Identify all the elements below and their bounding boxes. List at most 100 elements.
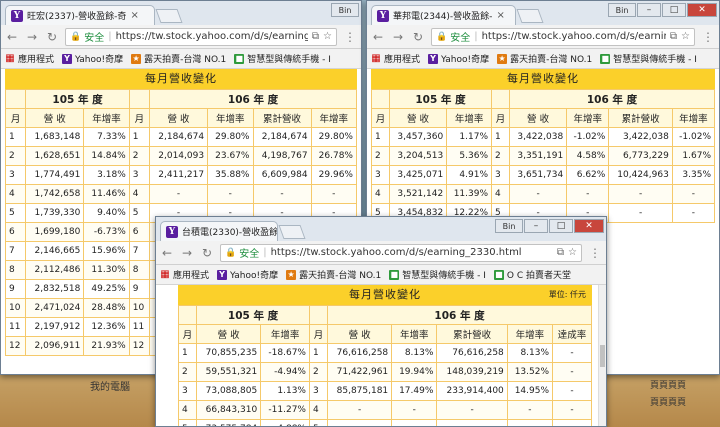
reload-icon[interactable]: ↻ [411,30,425,44]
browser-toolbar: ← → ↻ 🔒 安全 | https://tw.stock.yahoo.com/… [367,25,719,49]
table-cell: - [327,400,393,420]
bookmark-yahoo[interactable]: Y Yahoo!奇摩 [62,52,123,65]
browser-tab[interactable]: Y 旺宏(2337)-營收盈餘-奇 × [5,5,155,25]
translate-icon[interactable]: ⧉ [670,31,677,42]
table-cell: 1 [308,343,329,363]
address-bar[interactable]: 🔒 安全 | https://tw.stock.yahoo.com/d/s/ea… [65,27,337,46]
bookmark-phones[interactable]: ■ 智慧型與傳統手機 - I [234,52,331,65]
star-icon[interactable]: ☆ [681,31,690,42]
star-icon[interactable]: ☆ [568,247,577,258]
back-icon[interactable]: ← [5,30,19,44]
scrollbar-thumb[interactable] [600,345,605,367]
bookmark-apps[interactable]: ▦ 應用程式 [160,268,209,281]
ruten-icon: ★ [131,53,142,64]
table-cell: 6 [4,222,27,242]
user-profile-button[interactable]: Bin [495,219,523,233]
new-tab-button[interactable] [516,9,544,23]
desktop-icon-label[interactable]: 我的電腦 [90,378,130,393]
bookmark-phones[interactable]: ■ 智慧型與傳統手機 - I [600,52,697,65]
minimize-button[interactable]: – [524,219,548,233]
browser-window-2330: Y 台積電(2330)-營收盈餘- × Bin – □ ✕ ← → ↻ 🔒 安全… [155,216,607,427]
table-cell: 1 [371,127,390,147]
menu-icon[interactable]: ⋮ [701,30,715,44]
phone-site-icon: ■ [600,53,611,64]
back-icon[interactable]: ← [371,30,385,44]
tab-title: 華邦電(2344)-營收盈餘- [393,12,493,22]
column-header: 月 [4,108,27,128]
bookmark-ruten[interactable]: ★ 露天拍賣-台灣 NO.1 [497,52,592,65]
bookmark-yahoo[interactable]: Y Yahoo!奇摩 [428,52,489,65]
table-cell: - [552,362,592,382]
bookmark-apps[interactable]: ▦ 應用程式 [371,52,420,65]
ruten-icon: ★ [497,53,508,64]
close-button[interactable]: ✕ [574,219,604,233]
bookmark-label: 應用程式 [384,55,421,65]
user-profile-button[interactable]: Bin [331,3,359,17]
table-row: 4 3,521,142 11.39% 4- - - - [371,184,716,204]
table-cell: 5.36% [446,146,493,166]
title-bar: Y 旺宏(2337)-營收盈餘-奇 × Bin [1,1,361,25]
tab-close-icon[interactable]: × [496,10,504,21]
table-header-bar: 每月營收變化 [5,69,357,89]
table-cell: 85,875,181 [327,381,393,401]
table-cell: 3 [177,381,198,401]
column-header: 月 [128,108,151,128]
menu-icon[interactable]: ⋮ [588,246,602,260]
table-cell: 73,575,784 [196,419,262,426]
table-cell: 4 [308,400,329,420]
table-cell: 73,088,805 [196,381,262,401]
table-row: 3 73,088,805 1.13% 3 85,875,181 17.49% 233,914… [177,381,592,401]
bookmark-ruten[interactable]: ★ 露天拍賣-台灣 NO.1 [286,268,381,281]
menu-icon[interactable]: ⋮ [343,30,357,44]
table-cell: 2 [371,146,390,166]
bookmark-oc[interactable]: ■ O C 拍賣者天堂 [493,268,571,281]
lock-icon: 🔒 [436,31,448,42]
bookmark-phones[interactable]: ■ 智慧型與傳統手機 - I [389,268,486,281]
table-row: 2 3,204,513 5.36% 2 3,351,191 4.58% 6,773,229 1… [371,146,716,166]
tab-close-icon[interactable]: × [130,10,138,21]
yahoo-favicon-icon: Y [377,9,389,22]
page-content: 每月營收變化 單位: 仟元 105 年 度 106 年 度 月 營 收 年增率 … [156,285,606,426]
browser-tab[interactable]: Y 台積電(2330)-營收盈餘- × [160,221,278,241]
lock-icon: 🔒 [225,247,237,258]
address-bar[interactable]: 🔒 安全 | https://tw.stock.yahoo.com/d/s/ea… [431,27,695,46]
reload-icon[interactable]: ↻ [200,246,214,260]
table-cell: - [552,400,592,420]
vertical-scrollbar[interactable] [598,285,606,426]
title-bar: Y 華邦電(2344)-營收盈餘- × Bin – □ ✕ [367,1,719,25]
maximize-button[interactable]: □ [549,219,573,233]
forward-icon[interactable]: → [25,30,39,44]
table-title: 每月營收變化 [349,288,421,301]
browser-tab[interactable]: Y 華邦電(2344)-營收盈餘- × [371,5,516,25]
maximize-button[interactable]: □ [662,3,686,17]
desktop-right-text-2: 頁頁頁頁 [650,398,687,408]
forward-icon[interactable]: → [391,30,405,44]
translate-icon[interactable]: ⧉ [312,31,319,42]
translate-icon[interactable]: ⧉ [557,247,564,258]
bookmark-ruten[interactable]: ★ 露天拍賣-台灣 NO.1 [131,52,226,65]
bookmark-yahoo[interactable]: Y Yahoo!奇摩 [217,268,278,281]
star-icon[interactable]: ☆ [323,31,332,42]
bookmark-apps[interactable]: ▦ 應用程式 [5,52,54,65]
minimize-button[interactable]: – [637,3,661,17]
yahoo-icon: Y [428,53,439,64]
table-row: 3 3,425,071 4.91% 3 3,651,734 6.62% 10,424,963… [371,165,716,185]
address-bar[interactable]: 🔒 安全 | https://tw.stock.yahoo.com/d/s/ea… [220,243,582,262]
close-button[interactable]: ✕ [687,3,717,17]
table-cell: 3 [371,165,390,185]
table-cell: 2,096,911 [25,336,85,356]
user-profile-button[interactable]: Bin [608,3,636,17]
table-cell: - [391,419,438,426]
new-tab-button[interactable] [155,9,183,23]
table-cell: 3,651,734 [508,165,568,185]
reload-icon[interactable]: ↻ [45,30,59,44]
forward-icon[interactable]: → [180,246,194,260]
separator: | [108,31,112,42]
table-cell: 1,683,148 [25,127,85,147]
table-cell: 2,184,674 [252,127,312,147]
table-cell: 9 [4,279,27,299]
table-cell: - [552,419,592,426]
new-tab-button[interactable] [278,225,306,239]
back-icon[interactable]: ← [160,246,174,260]
apps-icon: ▦ [5,53,15,64]
